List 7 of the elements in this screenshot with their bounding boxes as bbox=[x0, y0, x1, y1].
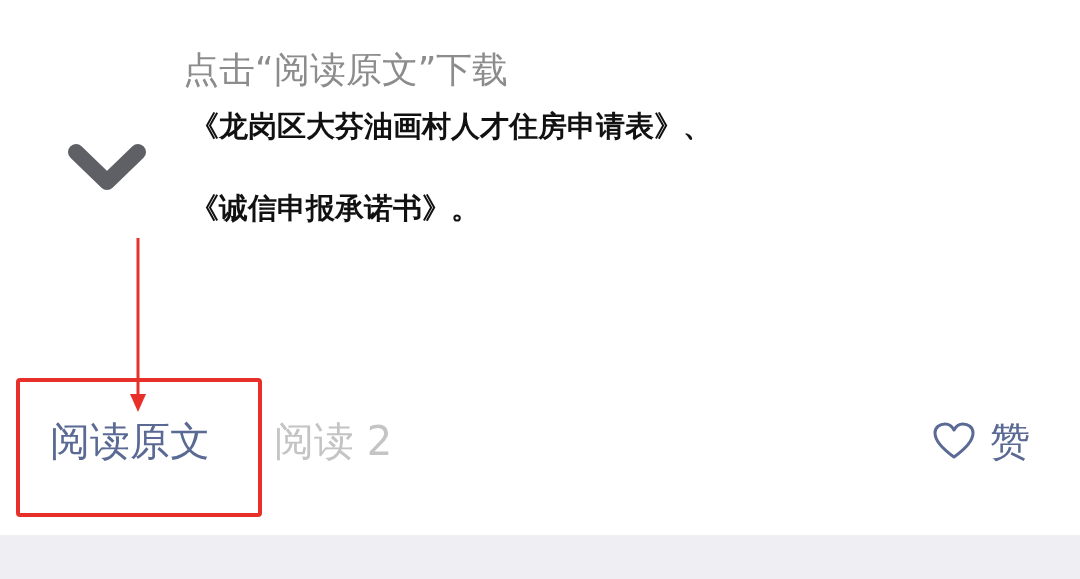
document-title: 《诚信申报承诺书》。 bbox=[190, 190, 480, 227]
document-title: 《龙岗区大芬油画村人才住房申请表》、 bbox=[190, 108, 712, 145]
read-count: 阅读 2 bbox=[274, 416, 393, 466]
download-hint: 点击“阅读原文”下载 bbox=[183, 48, 509, 92]
heart-icon bbox=[932, 421, 976, 461]
read-original-link[interactable]: 阅读原文 bbox=[50, 413, 210, 469]
like-button[interactable]: 赞 bbox=[932, 413, 1030, 469]
